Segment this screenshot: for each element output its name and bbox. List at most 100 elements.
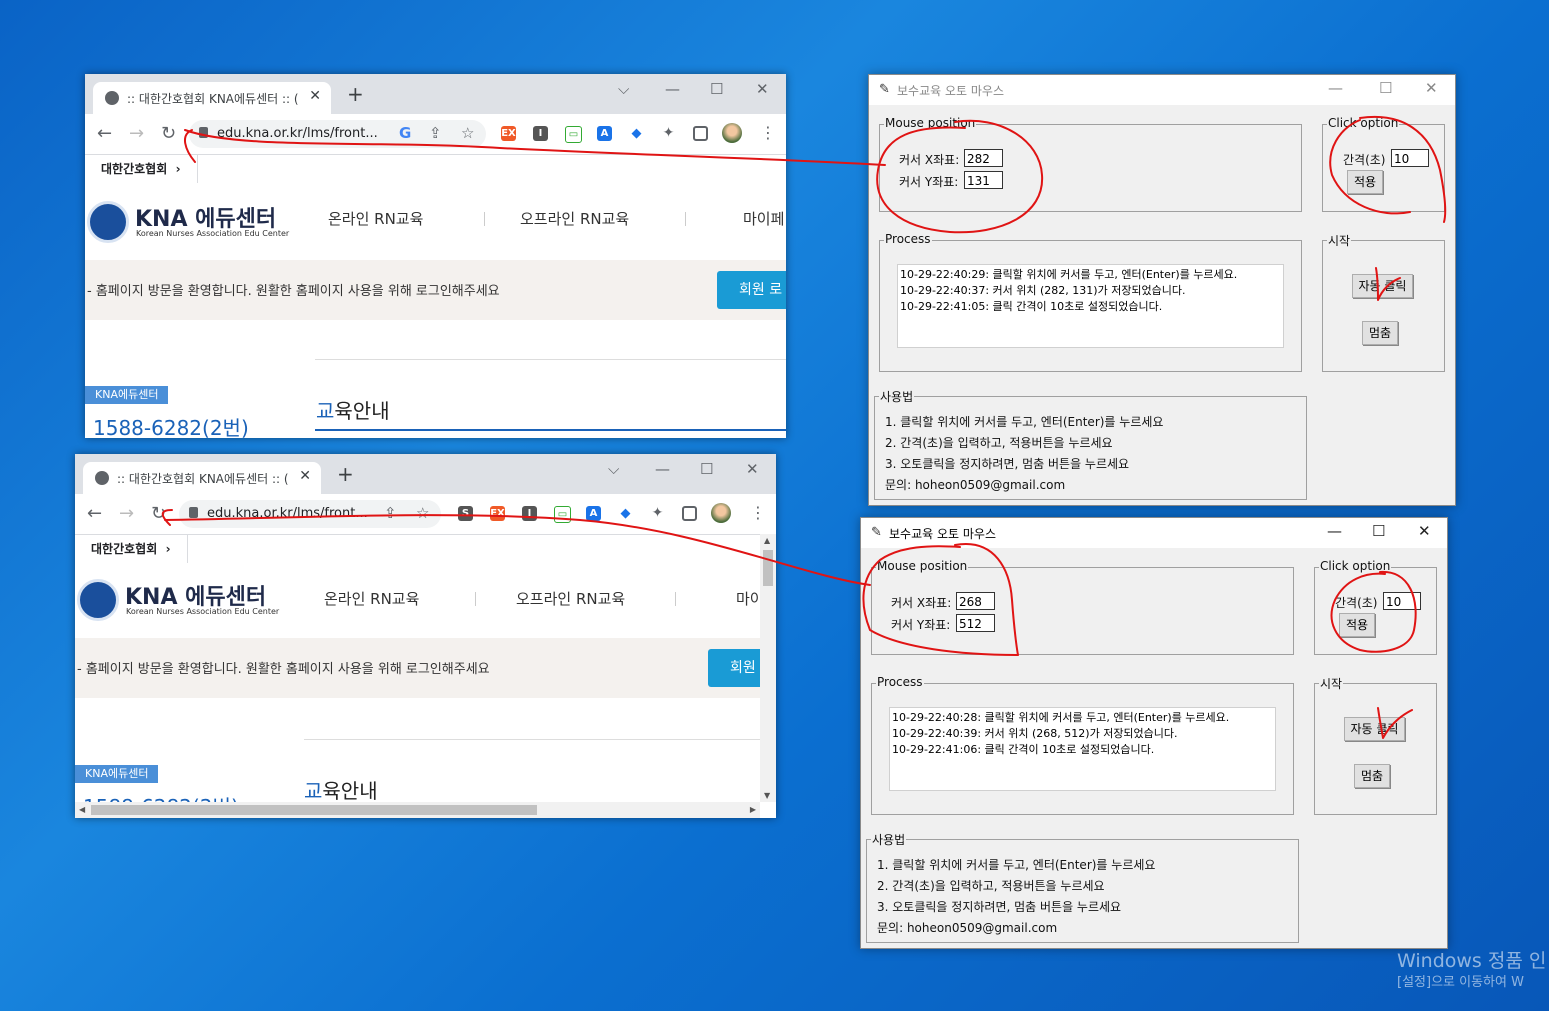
extension-diamond-icon[interactable]: ◆ [618,506,633,521]
more-vert-icon[interactable]: ⋮ [750,503,766,522]
minimize-button[interactable]: — [655,460,670,478]
side-panel-icon[interactable] [693,126,708,141]
close-window-button[interactable]: ✕ [1425,79,1438,97]
bookmark-folder[interactable]: 대한간호협회 › [101,160,181,177]
maximize-button[interactable]: ☐ [1379,79,1392,97]
maximize-button[interactable]: ☐ [700,460,713,478]
close-tab-icon[interactable]: ✕ [299,468,311,484]
bookmark-star-icon[interactable]: ☆ [461,124,474,142]
google-icon[interactable]: G [399,124,411,142]
maximize-button[interactable]: ☐ [1372,522,1385,540]
minimize-button[interactable]: — [1327,522,1342,540]
process-log[interactable]: 10-29-22:40:29: 클릭할 위치에 커서를 두고, 엔터(Enter… [897,264,1284,348]
back-arrow-icon[interactable]: ← [87,503,102,524]
cursor-y-label: 커서 Y좌표: [899,175,959,189]
minimize-button[interactable]: — [1328,79,1343,97]
auto-click-button[interactable]: 자동 클릭 [1352,274,1413,298]
profile-avatar[interactable] [722,123,742,143]
forward-arrow-icon[interactable]: → [119,503,134,524]
cursor-y-entry[interactable]: 131 [964,171,1003,189]
reload-icon[interactable]: ↻ [161,123,176,144]
extension-ex-icon[interactable]: EX [490,506,505,521]
address-bar[interactable]: edu.kna.or.kr/lms/front... G ⇪ ☆ [189,120,486,148]
bookmark-star-icon[interactable]: ☆ [416,504,429,522]
apply-button[interactable]: 적용 [1347,170,1383,194]
auto-click-button[interactable]: 자동 클릭 [1344,717,1405,741]
extension-a-icon[interactable]: A [597,126,612,141]
title-bar[interactable]: ✎ 보수교육 오토 마우스 — ☐ ✕ [861,518,1447,548]
maximize-button[interactable]: ☐ [710,80,723,98]
process-log[interactable]: 10-29-22:40:28: 클릭할 위치에 커서를 두고, 엔터(Enter… [889,707,1276,791]
browser-tab[interactable]: :: 대한간호협회 KNA에듀센터 :: ( ✕ [83,462,321,494]
horizontal-scrollbar[interactable]: ◀ ▶ [75,802,760,818]
close-window-button[interactable]: ✕ [746,460,759,478]
vertical-scroll-thumb[interactable] [763,550,773,586]
login-button[interactable]: 회원 로 [717,271,786,309]
minimize-button[interactable]: — [665,80,680,98]
tab-strip: :: 대한간호협회 KNA에듀센터 :: ( ✕ + ⌵ — ☐ ✕ [85,74,786,114]
mouse-position-label: Mouse position [876,559,969,573]
phone-number: 1588-6282(2번) [83,791,239,802]
extension-s-icon[interactable]: S [458,506,473,521]
new-tab-button[interactable]: + [337,462,354,486]
bookmark-folder[interactable]: 대한간호협회 › [91,540,171,557]
kna-logo-subtitle: Korean Nurses Association Edu Center [136,229,290,238]
scroll-left-arrow[interactable]: ◀ [79,805,85,814]
extensions-puzzle-icon[interactable]: ✦ [661,126,676,141]
log-line: 10-29-22:40:29: 클릭할 위치에 커서를 두고, 엔터(Enter… [900,268,1238,281]
horizontal-scroll-thumb[interactable] [91,805,537,815]
share-icon[interactable]: ⇪ [384,504,397,522]
interval-entry[interactable]: 10 [1383,592,1421,610]
stop-button[interactable]: 멈춤 [1354,764,1390,788]
extension-diamond-icon[interactable]: ◆ [629,126,644,141]
forward-arrow-icon[interactable]: → [129,123,144,144]
menu-mypage[interactable]: 마이페 [743,208,784,229]
reload-icon[interactable]: ↻ [151,503,166,524]
contact-email: 문의: hoheon0509@gmail.com [877,921,1058,935]
log-line: 10-29-22:41:05: 클릭 간격이 10초로 설정되었습니다. [900,300,1163,313]
scroll-up-arrow[interactable]: ▲ [764,536,770,545]
contact-email: 문의: hoheon0509@gmail.com [885,478,1066,492]
cursor-x-entry[interactable]: 282 [964,149,1003,167]
menu-offline-rn[interactable]: 오프라인 RN교육 [520,208,629,229]
extension-screen-icon[interactable]: ▭ [554,506,571,523]
welcome-text: - 홈페이지 방문을 환영합니다. 원활한 홈페이지 사용을 위해 로그인해주세… [77,662,490,677]
stop-button[interactable]: 멈춤 [1362,321,1398,345]
cursor-y-entry[interactable]: 512 [956,614,995,632]
browser-tab[interactable]: :: 대한간호협회 KNA에듀센터 :: ( ✕ [93,82,331,114]
scroll-down-arrow[interactable]: ▼ [764,791,770,800]
tab-search-icon[interactable]: ⌵ [618,80,629,98]
profile-avatar[interactable] [711,503,731,523]
address-bar[interactable]: edu.kna.or.kr/lms/front... ⇪ ☆ [179,500,441,528]
browser-toolbar: ← → ↻ edu.kna.or.kr/lms/front... G ⇪ ☆ E… [85,114,786,154]
close-tab-icon[interactable]: ✕ [309,88,321,104]
interval-entry[interactable]: 10 [1391,149,1429,167]
side-panel-icon[interactable] [682,506,697,521]
menu-online-rn[interactable]: 온라인 RN교육 [324,588,419,609]
phone-number: 1588-6282(2번) [93,416,249,438]
close-window-button[interactable]: ✕ [1418,522,1431,540]
extension-i-icon[interactable]: I [533,126,548,141]
interval-label: 간격(초) [1343,153,1386,167]
extension-screen-icon[interactable]: ▭ [565,126,582,143]
scroll-right-arrow[interactable]: ▶ [750,805,756,814]
new-tab-button[interactable]: + [347,82,364,106]
extension-i-icon[interactable]: I [522,506,537,521]
menu-mypage[interactable]: 마이 [736,588,760,609]
share-icon[interactable]: ⇪ [429,124,442,142]
tab-search-icon[interactable]: ⌵ [608,460,619,478]
menu-offline-rn[interactable]: 오프라인 RN교육 [516,588,625,609]
cursor-x-entry[interactable]: 268 [956,592,995,610]
apply-button[interactable]: 적용 [1339,613,1375,637]
extensions-puzzle-icon[interactable]: ✦ [650,506,665,521]
usage-line: 2. 간격(초)을 입력하고, 적용버튼을 누르세요 [877,879,1105,893]
extension-ex-icon[interactable]: EX [501,126,516,141]
close-window-button[interactable]: ✕ [756,80,769,98]
back-arrow-icon[interactable]: ← [97,123,112,144]
login-button[interactable]: 회원 [708,649,760,687]
menu-online-rn[interactable]: 온라인 RN교육 [328,208,423,229]
title-bar[interactable]: ✎ 보수교육 오토 마우스 — ☐ ✕ [869,75,1455,105]
vertical-scrollbar[interactable]: ▲ ▼ [760,534,776,802]
extension-a-icon[interactable]: A [586,506,601,521]
more-vert-icon[interactable]: ⋮ [760,123,776,142]
